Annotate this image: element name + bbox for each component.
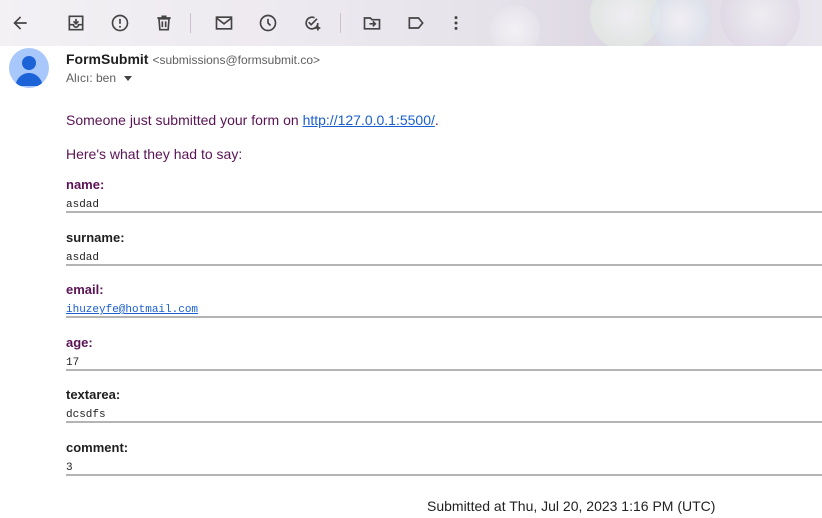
submission-timestamp: Submitted at Thu, Jul 20, 2023 1:16 PM (… — [427, 498, 716, 514]
background-decoration — [720, 0, 800, 46]
field-value: 3 — [66, 462, 73, 474]
report-spam-button[interactable] — [100, 3, 140, 43]
archive-icon — [68, 15, 84, 31]
folder-move-icon — [363, 17, 381, 30]
avatar[interactable] — [9, 48, 49, 88]
move-to-button[interactable] — [352, 3, 392, 43]
field-divider — [66, 264, 822, 266]
field-divider — [66, 421, 822, 423]
person-icon — [15, 56, 43, 86]
field-divider — [66, 369, 822, 371]
more-button[interactable] — [436, 3, 476, 43]
field-label: textarea: — [66, 387, 121, 402]
field-surname: surname: asdad — [66, 230, 822, 266]
sender-name: FormSubmit — [66, 51, 149, 67]
field-divider — [66, 474, 822, 476]
report-spam-icon — [111, 14, 129, 32]
sender-address: <submissions@formsubmit.co> — [152, 53, 321, 67]
add-task-button[interactable] — [292, 3, 332, 43]
recipient-details-toggle[interactable]: Alıcı: ben — [66, 71, 133, 85]
snooze-button[interactable] — [248, 3, 288, 43]
message-toolbar — [0, 0, 822, 46]
toolbar-divider — [340, 13, 341, 33]
trash-icon — [157, 15, 171, 31]
delete-button[interactable] — [144, 3, 184, 43]
subheading: Here's what they had to say: — [66, 146, 243, 162]
field-label: age: — [66, 335, 93, 350]
email-link[interactable]: ihuzeyfe@hotmail.com — [66, 304, 198, 316]
add-task-icon — [305, 16, 321, 31]
field-value: asdad — [66, 199, 100, 211]
more-vert-icon — [454, 16, 458, 30]
intro-end: . — [434, 112, 439, 128]
field-label: comment: — [66, 440, 129, 455]
field-comment: comment: 3 — [66, 440, 822, 476]
recipient-label: Alıcı: ben — [66, 71, 117, 85]
field-divider — [66, 316, 822, 318]
background-decoration — [650, 0, 710, 46]
field-email: email: ihuzeyfe@hotmail.com — [66, 282, 822, 318]
field-label: surname: — [66, 230, 125, 245]
field-value: asdad — [66, 252, 100, 264]
intro-text: Someone just submitted your form on — [66, 112, 303, 128]
field-age: age: 17 — [66, 335, 822, 371]
field-textarea: textarea: dcsdfs — [66, 387, 822, 423]
field-divider — [66, 211, 822, 213]
arrow-left-icon — [13, 16, 27, 30]
field-name: name: asdad — [66, 177, 822, 213]
chevron-down-icon — [124, 76, 133, 81]
mail-icon — [215, 16, 233, 30]
archive-button[interactable] — [56, 3, 96, 43]
clock-icon — [259, 14, 277, 32]
mark-unread-button[interactable] — [204, 3, 244, 43]
field-value: ihuzeyfe@hotmail.com — [66, 303, 822, 317]
field-label: email: — [66, 282, 104, 297]
toolbar-divider — [190, 13, 191, 33]
field-value: 17 — [66, 357, 80, 369]
field-label: name: — [66, 177, 105, 192]
back-button[interactable] — [0, 3, 40, 43]
sender-info: FormSubmit <submissions@formsubmit.co> — [66, 51, 320, 67]
label-icon — [408, 17, 424, 29]
intro-link[interactable]: http://127.0.0.1:5500/ — [303, 112, 435, 128]
background-decoration — [490, 5, 540, 46]
field-value: dcsdfs — [66, 409, 106, 421]
labels-button[interactable] — [396, 3, 436, 43]
intro-paragraph: Someone just submitted your form on http… — [66, 112, 439, 128]
